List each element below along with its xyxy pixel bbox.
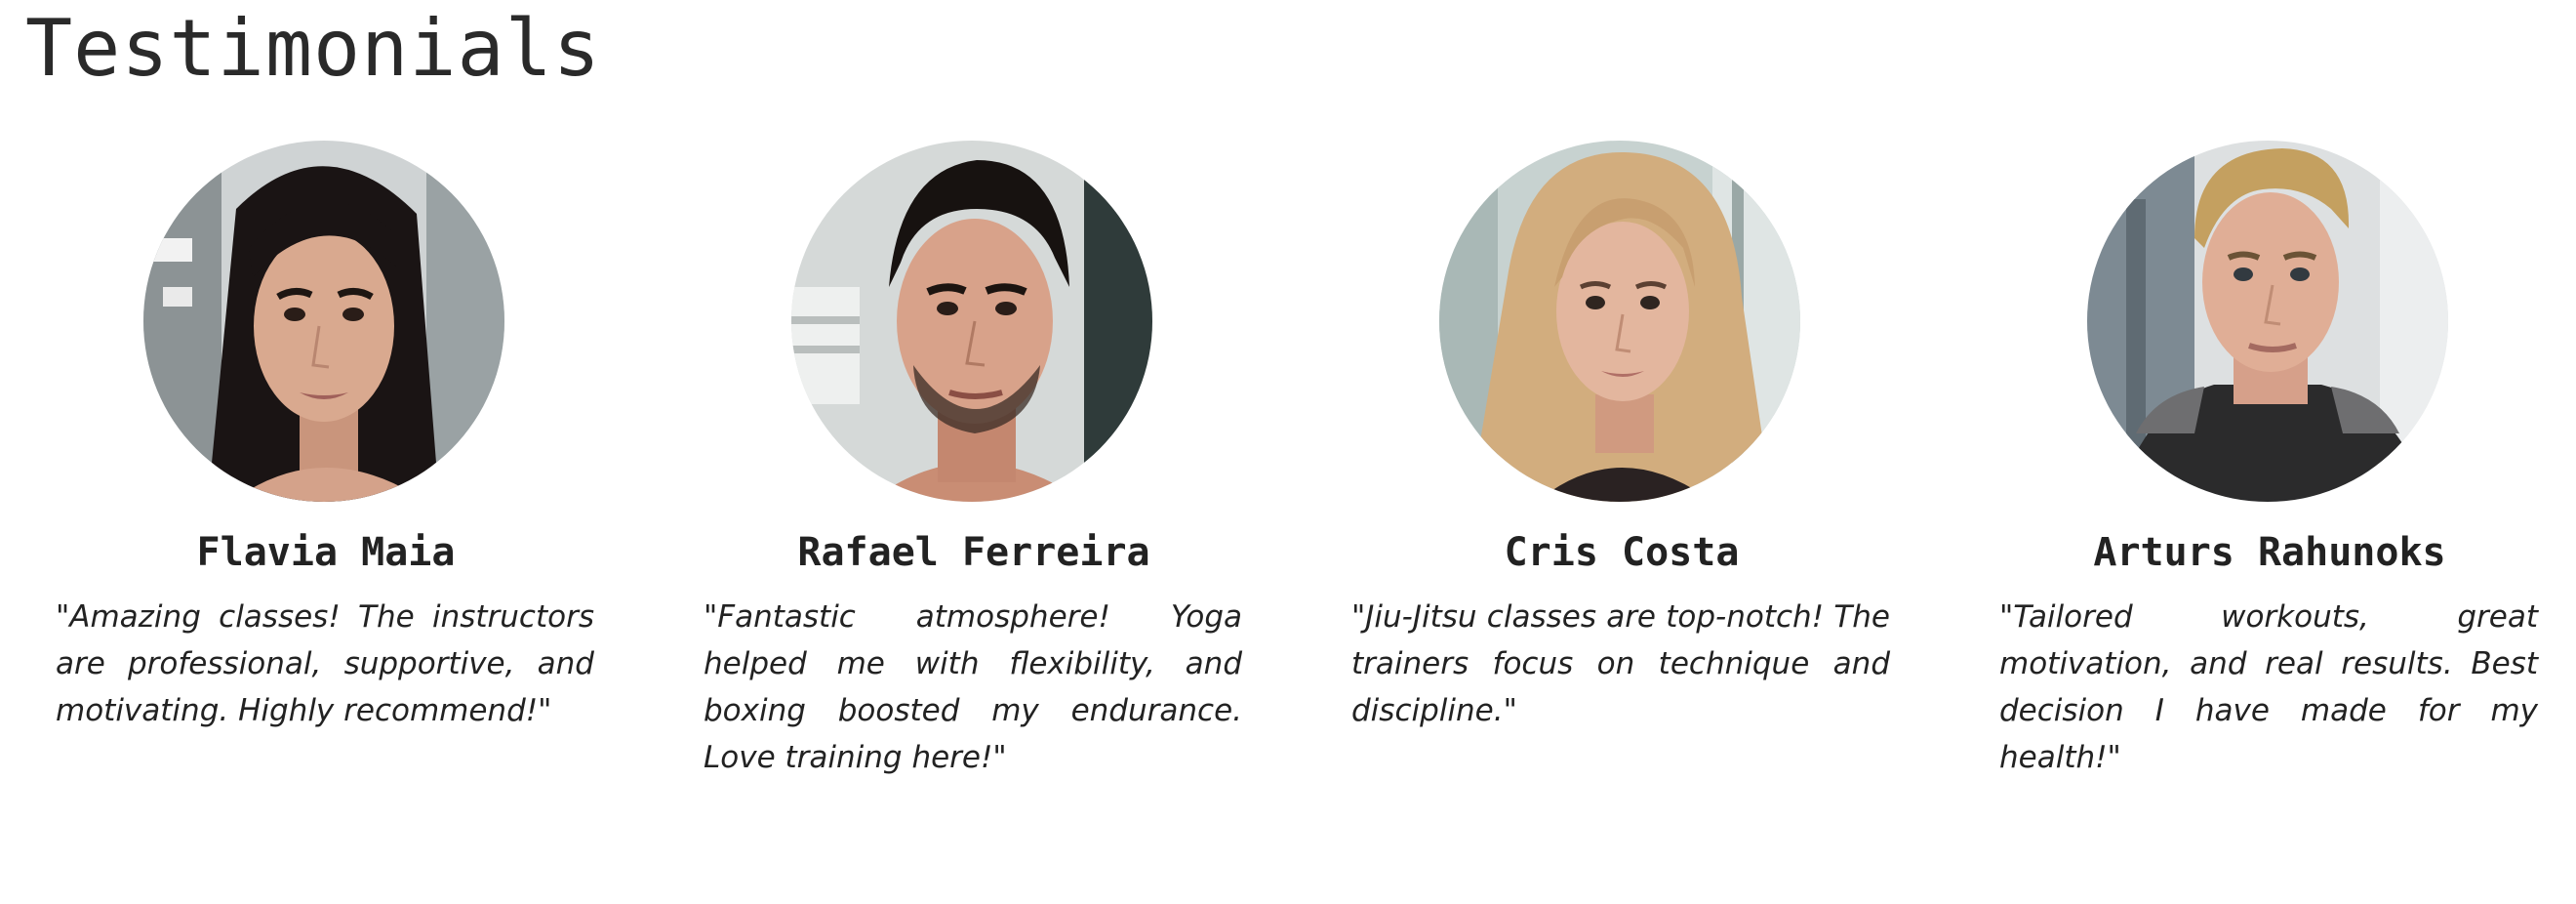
testimonial-card: Cris Costa "Jiu-Jitsu classes are top-no… [1348, 139, 1895, 744]
testimonial-list: Flavia Maia "Amazing classes! The instru… [0, 139, 2576, 775]
testimonial-quote: "Jiu-Jitsu classes are top-notch! The tr… [1351, 599, 1890, 728]
testimonial-quote: "Tailored workouts, great motivation, an… [1999, 599, 2538, 775]
man-blonde-hair-portrait-icon [2087, 141, 2448, 502]
man-dark-hair-portrait-icon [791, 141, 1152, 502]
testimonial-card: Arturs Rahunoks "Tailored workouts, grea… [1996, 139, 2543, 775]
testimonial-name: Flavia Maia [196, 530, 456, 575]
testimonial-quote: "Fantastic atmosphere! Yoga helped me wi… [704, 599, 1242, 775]
testimonial-quote: "Amazing classes! The instructors are pr… [56, 599, 594, 728]
section-title: Testimonials [25, 3, 601, 94]
testimonial-card: Rafael Ferreira "Fantastic atmosphere! Y… [701, 139, 1247, 775]
woman-blonde-hair-portrait-icon [1439, 141, 1800, 502]
testimonial-name: Rafael Ferreira [797, 530, 1150, 575]
testimonial-card: Flavia Maia "Amazing classes! The instru… [53, 139, 599, 744]
testimonials-page: Testimonials Flavia Maia "Amazing classe… [0, 0, 2576, 904]
woman-dark-hair-portrait-icon [143, 141, 504, 502]
testimonial-name: Cris Costa [1504, 530, 1740, 575]
testimonial-name: Arturs Rahunoks [2093, 530, 2446, 575]
